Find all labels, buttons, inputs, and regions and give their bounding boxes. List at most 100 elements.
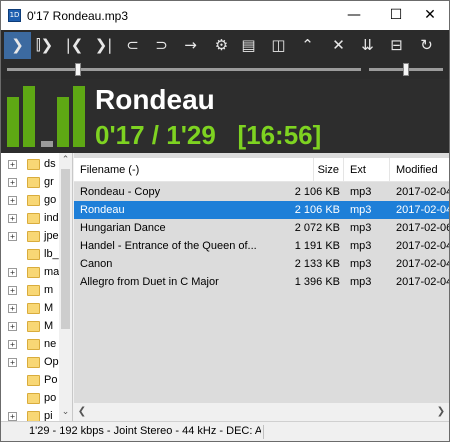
volume-slider[interactable]	[369, 63, 443, 76]
next-icon[interactable]: ❯|	[90, 32, 117, 59]
play-pause-icon[interactable]: ⫿❯	[31, 32, 58, 59]
table-row[interactable]: Handel - Entrance of the Queen of... 1 19…	[74, 237, 449, 255]
vu-meter-bar	[41, 141, 53, 147]
previous-icon[interactable]: |❮	[61, 32, 88, 59]
tree-item[interactable]: + ne	[1, 336, 59, 354]
playlist-total-time: [16:56]	[237, 120, 322, 150]
vu-meter-bar	[23, 86, 35, 147]
tree-item[interactable]: + M	[1, 318, 59, 336]
tree-scroll-thumb[interactable]	[61, 169, 70, 329]
tree-item[interactable]: + ds	[1, 156, 59, 174]
tree-item-label: M	[44, 320, 54, 332]
seek-row	[1, 61, 449, 79]
tree-item[interactable]: + go	[1, 192, 59, 210]
seek-bar[interactable]	[7, 63, 361, 76]
tree-item[interactable]: + pi	[1, 408, 59, 421]
window-layout-icon[interactable]: ▤	[235, 32, 262, 59]
expand-icon[interactable]: +	[8, 196, 17, 205]
tree-item[interactable]: + Op	[1, 354, 59, 372]
table-row[interactable]: Allegro from Duet in C Major 1 396 KB mp3 2…	[74, 273, 449, 291]
folder-icon	[27, 357, 40, 368]
expand-icon[interactable]: +	[8, 160, 17, 169]
table-row[interactable]: Rondeau 2 106 KB mp3 2017-02-04	[74, 201, 449, 219]
folder-icon	[27, 321, 40, 332]
sidebar-icon[interactable]: ◫	[265, 32, 292, 59]
scroll-right-arrow-icon[interactable]: ❯	[433, 403, 449, 421]
expand-icon[interactable]: +	[8, 412, 17, 421]
tree-item-label: ind	[44, 212, 59, 224]
scroll-down-arrow-icon[interactable]: ⌄	[59, 405, 72, 419]
track-time: 0'17 / 1'29 [16:56]	[95, 120, 321, 151]
folder-icon	[27, 375, 40, 386]
column-size[interactable]: Size	[314, 158, 344, 182]
expand-icon[interactable]: +	[8, 178, 17, 187]
expand-icon[interactable]: +	[8, 358, 17, 367]
cell-size: 2 106 KB	[294, 204, 340, 216]
jump-icon[interactable]: →	[177, 32, 204, 59]
collapse-icon[interactable]: ⌃	[294, 32, 321, 59]
close-icon[interactable]: ✕	[325, 32, 352, 59]
tree-item[interactable]: + gr	[1, 174, 59, 192]
cell-size: 2 106 KB	[294, 186, 340, 198]
tree-item[interactable]: + jpe	[1, 228, 59, 246]
status-divider	[263, 425, 264, 439]
open-folder-forward-icon[interactable]: ⊃	[148, 32, 175, 59]
vu-meter-bar	[7, 97, 19, 147]
toolbar: ❯ ⫿❯ |❮ ❯| ⊂ ⊃ → ⚙ ▤ ◫ ⌃ ✕ ⇊ ⊟ ↻	[1, 30, 449, 61]
column-ext[interactable]: Ext	[344, 158, 390, 182]
cell-modified: 2017-02-04	[396, 258, 449, 270]
file-list[interactable]: Filename (-) Size Ext Modified Rondeau -…	[74, 153, 449, 421]
seek-thumb[interactable]	[75, 63, 81, 76]
cell-size: 1 396 KB	[294, 276, 340, 288]
cell-size: 2 133 KB	[294, 258, 340, 270]
sort-icon[interactable]: ⇊	[354, 32, 381, 59]
play-icon[interactable]: ❯	[4, 32, 31, 59]
tree-scrollbar[interactable]: ⌃ ⌄	[59, 153, 72, 421]
vu-meter-bar	[73, 86, 85, 147]
app-icon: 1D	[8, 9, 21, 22]
list-hscrollbar[interactable]: ❮ ❯	[74, 403, 449, 421]
tree-item-label: Po	[44, 374, 58, 386]
expand-icon[interactable]: +	[8, 214, 17, 223]
expand-icon[interactable]: +	[8, 322, 17, 331]
maximize-button[interactable]: ☐	[377, 1, 415, 30]
table-row[interactable]: Hungarian Dance 2 072 KB mp3 2017-02-06	[74, 219, 449, 237]
window-title: 0'17 Rondeau.mp3	[27, 9, 129, 23]
tree-item[interactable]: lb_	[1, 246, 59, 264]
column-filename[interactable]: Filename (-)	[74, 158, 314, 182]
open-folder-back-icon[interactable]: ⊂	[119, 32, 146, 59]
repeat-icon[interactable]: ↻	[413, 32, 440, 59]
table-row[interactable]: Canon 2 133 KB mp3 2017-02-04	[74, 255, 449, 273]
expand-icon[interactable]: +	[8, 340, 17, 349]
tree-item[interactable]: + ma	[1, 264, 59, 282]
minimize-button[interactable]: —	[335, 1, 373, 30]
table-row[interactable]: Rondeau - Copy 2 106 KB mp3 2017-02-04	[74, 183, 449, 201]
expand-icon[interactable]: +	[8, 268, 17, 277]
folder-icon	[27, 411, 40, 421]
tree-item[interactable]: + M	[1, 300, 59, 318]
tree-item[interactable]: Po	[1, 372, 59, 390]
column-modified[interactable]: Modified	[390, 158, 449, 182]
close-button[interactable]: ✕	[411, 1, 449, 30]
tree-item[interactable]: po	[1, 390, 59, 408]
expand-icon[interactable]: +	[8, 286, 17, 295]
expand-icon[interactable]: +	[8, 232, 17, 241]
cell-modified: 2017-02-04	[396, 276, 449, 288]
status-bar: 1'29 - 192 kbps - Joint Stereo - 44 kHz …	[1, 421, 449, 441]
folder-icon	[27, 249, 40, 260]
gear-icon[interactable]: ⚙	[208, 32, 235, 59]
title-bar[interactable]: 1D 0'17 Rondeau.mp3 — ☐ ✕	[1, 1, 449, 30]
folder-icon	[27, 177, 40, 188]
tree-item-label: jpe	[44, 230, 59, 242]
scroll-left-arrow-icon[interactable]: ❮	[74, 403, 90, 421]
folder-icon	[27, 213, 40, 224]
tree-item[interactable]: + m	[1, 282, 59, 300]
folder-tree[interactable]: + pi po Po + Op + ne + M + M + m + ma lb_ + jpe + ind + go + gr +…	[1, 153, 73, 421]
folder-icon	[27, 267, 40, 278]
expand-icon[interactable]: +	[8, 304, 17, 313]
split-icon[interactable]: ⊟	[383, 32, 410, 59]
scroll-up-arrow-icon[interactable]: ⌃	[59, 153, 72, 167]
folder-icon	[27, 159, 40, 170]
tree-item[interactable]: + ind	[1, 210, 59, 228]
volume-thumb[interactable]	[403, 63, 409, 76]
